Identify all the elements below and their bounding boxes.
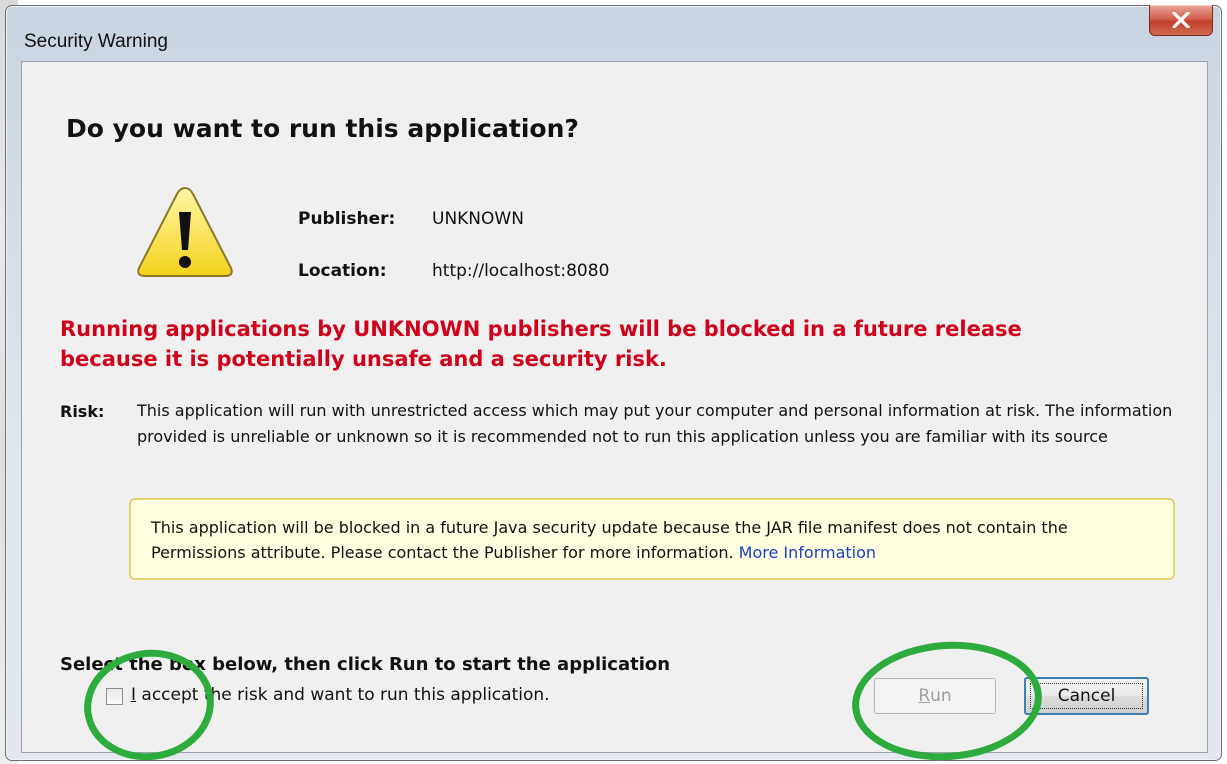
security-warning-dialog: Security Warning Do you want to run this… (5, 5, 1222, 764)
location-value: http://localhost:8080 (432, 261, 610, 281)
accept-risk-label[interactable]: I accept the risk and want to run this a… (131, 685, 550, 705)
unknown-publisher-warning: Running applications by UNKNOWN publishe… (60, 314, 1160, 374)
close-icon (1172, 12, 1190, 28)
window-title: Security Warning (24, 31, 168, 52)
risk-description: This application will run with unrestric… (137, 401, 1173, 446)
risk-label: Risk: (60, 402, 105, 421)
warning-line-2: because it is potentially unsafe and a s… (60, 347, 667, 371)
instruction-text: Select the box below, then click Run to … (60, 654, 671, 675)
more-information-link[interactable]: More Information (739, 543, 876, 562)
info-text: This application will be blocked in a fu… (151, 518, 1068, 562)
dialog-heading: Do you want to run this application? (66, 114, 579, 143)
info-message: This application will be blocked in a fu… (151, 515, 1151, 565)
screen: Security Warning Do you want to run this… (0, 0, 1227, 764)
run-label: un (930, 686, 952, 706)
publisher-label: Publisher: (298, 209, 396, 229)
accept-risk-checkbox[interactable] (106, 688, 123, 705)
close-button[interactable] (1149, 5, 1213, 36)
cancel-button[interactable]: Cancel (1024, 677, 1149, 715)
title-bar[interactable]: Security Warning (6, 5, 1221, 52)
run-mnemonic: R (918, 686, 931, 706)
focus-ring (1030, 683, 1143, 709)
run-button[interactable]: Run (874, 678, 996, 714)
dialog-body: Do you want to run this application? Pub… (21, 61, 1208, 764)
location-label: Location: (298, 261, 387, 281)
info-box: This application will be blocked in a fu… (129, 498, 1175, 580)
warning-line-1: Running applications by UNKNOWN publishe… (60, 317, 1022, 341)
warning-triangle-icon (137, 186, 233, 277)
publisher-value: UNKNOWN (432, 209, 524, 229)
accept-risk-text: accept the risk and want to run this app… (136, 685, 550, 705)
